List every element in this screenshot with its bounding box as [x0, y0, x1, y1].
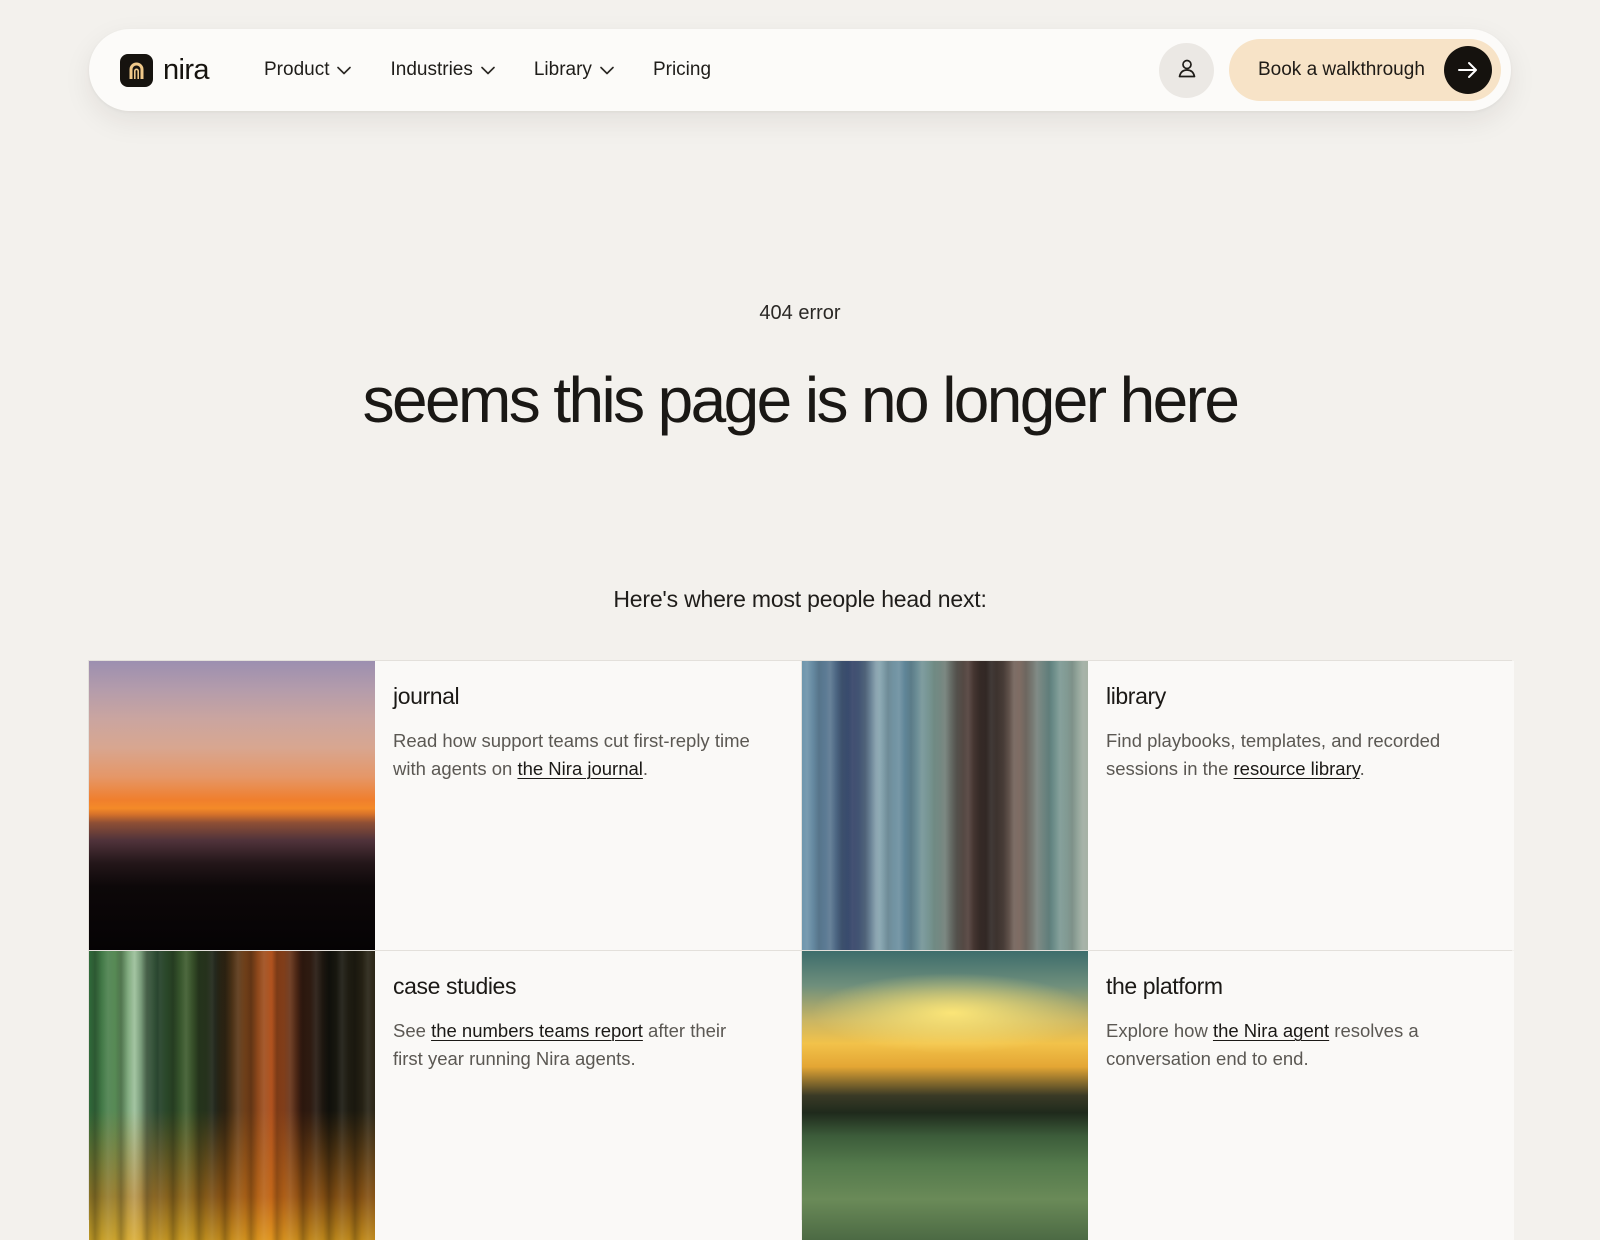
nav-item-industries[interactable]: Industries	[390, 59, 495, 81]
nav-item-label: Library	[533, 59, 592, 80]
arrow-right-icon	[1444, 46, 1492, 94]
card-image-trees-blur	[89, 951, 375, 1240]
card-text-before: Explore how	[1106, 1020, 1213, 1041]
card-body: library Find playbooks, templates, and r…	[1088, 661, 1514, 950]
resource-library-link[interactable]: resource library	[1234, 758, 1360, 779]
card-description: Find playbooks, templates, and recorded …	[1106, 727, 1466, 783]
card-title: case studies	[393, 973, 517, 999]
cta-label: Book a walkthrough	[1258, 59, 1425, 80]
nav-item-pricing[interactable]: Pricing	[653, 59, 711, 81]
card-title: library	[1106, 683, 1166, 709]
card-image-landscape	[802, 951, 1088, 1240]
card-description: Read how support teams cut first-reply t…	[393, 727, 753, 783]
brand-name: nira	[163, 54, 210, 86]
card-image-sunset	[89, 661, 375, 950]
card-image-forest-blur	[802, 661, 1088, 950]
card-body: journal Read how support teams cut first…	[375, 661, 801, 950]
journal-link[interactable]: the Nira journal	[517, 758, 642, 779]
card-body: case studies See the numbers teams repor…	[375, 951, 801, 1240]
nav-item-library[interactable]: Library	[534, 59, 614, 81]
error-code-label: 404 error	[759, 302, 841, 324]
card-body: the platform Explore how the Nira agent …	[1088, 951, 1514, 1240]
brand-logo-link[interactable]: nira	[120, 54, 210, 87]
nav-item-label: Pricing	[652, 59, 712, 80]
chevron-down-icon	[600, 66, 614, 75]
card-case-studies[interactable]: case studies See the numbers teams repor…	[89, 951, 801, 1240]
card-platform[interactable]: the platform Explore how the Nira agent …	[802, 951, 1514, 1240]
card-text-after: .	[1359, 758, 1365, 779]
nav-item-product[interactable]: Product	[264, 59, 352, 81]
suggestion-cards-grid: journal Read how support teams cut first…	[88, 660, 1514, 1240]
chevron-down-icon	[481, 66, 495, 75]
card-journal[interactable]: journal Read how support teams cut first…	[89, 661, 801, 950]
arch-logo-icon	[120, 54, 153, 87]
chevron-down-icon	[337, 66, 352, 75]
nav-menu: Product Industries Library Pricing	[264, 29, 750, 111]
card-text-after: .	[642, 758, 649, 779]
nira-agent-link[interactable]: the Nira agent	[1213, 1020, 1329, 1041]
card-text-before: See	[393, 1020, 432, 1041]
card-title: the platform	[1106, 973, 1223, 999]
nav-item-label: Industries	[390, 59, 473, 80]
top-navigation-bar: nira Product Industries Library Pricing	[89, 29, 1511, 111]
card-library[interactable]: library Find playbooks, templates, and r…	[802, 661, 1514, 950]
suggestions-heading: Here's where most people head next:	[613, 586, 987, 612]
book-walkthrough-button[interactable]: Book a walkthrough	[1229, 39, 1501, 101]
page-headline: seems this page is no longer here	[362, 364, 1240, 436]
case-studies-link[interactable]: the numbers teams report	[431, 1020, 643, 1041]
card-title: journal	[393, 683, 460, 709]
nav-item-label: Product	[264, 59, 330, 80]
card-description: See the numbers teams report after their…	[393, 1017, 753, 1073]
card-description: Explore how the Nira agent resolves a co…	[1106, 1017, 1466, 1073]
account-button[interactable]	[1159, 43, 1214, 98]
user-icon	[1176, 57, 1198, 84]
